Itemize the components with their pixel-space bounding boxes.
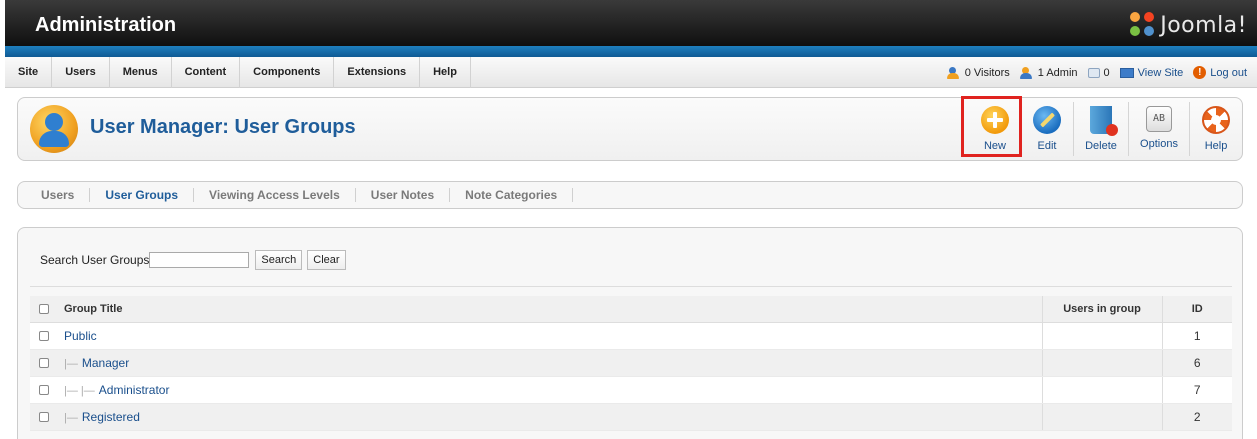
new-button-highlight xyxy=(961,96,1022,157)
clear-button[interactable]: Clear xyxy=(307,250,346,270)
header-title: Administration xyxy=(35,14,177,36)
menu-site[interactable]: Site xyxy=(5,57,53,88)
joomla-logo[interactable]: Joomla! xyxy=(1130,10,1247,40)
table-row: Public 1 xyxy=(30,322,1232,350)
options-icon: AB xyxy=(1146,106,1172,132)
help-button[interactable]: Help xyxy=(1190,98,1242,160)
users-in-group-cell xyxy=(1041,322,1163,350)
group-link[interactable]: Administrator xyxy=(99,383,170,397)
table-row: |— |— Administrator 7 xyxy=(30,376,1232,404)
search-input[interactable] xyxy=(149,252,250,268)
page-title: User Manager: User Groups xyxy=(90,116,356,138)
submenu-users[interactable]: Users xyxy=(26,188,91,202)
row-checkbox[interactable] xyxy=(39,358,49,369)
edit-button[interactable]: Edit xyxy=(1021,98,1073,160)
group-title-cell: |— Manager xyxy=(58,349,1042,377)
main-menu: Site Users Menus Content Components Exte… xyxy=(5,57,471,88)
view-site-label: View Site xyxy=(1137,66,1184,79)
table-row: |— Registered 2 xyxy=(30,403,1232,431)
user-groups-panel: Search User Groups Search Clear Group Ti… xyxy=(17,227,1243,439)
header-strip xyxy=(5,46,1257,57)
filter-divider xyxy=(30,286,1232,287)
user-groups-table: Group Title Users in group ID Public 1 |… xyxy=(30,296,1232,431)
group-title-cell: Public xyxy=(58,322,1042,350)
menu-users[interactable]: Users xyxy=(52,57,110,88)
search-label: Search User Groups xyxy=(40,253,150,267)
delete-icon xyxy=(1090,106,1118,136)
tree-indent-icon: |— xyxy=(64,357,78,370)
view-site-link[interactable]: View Site xyxy=(1119,66,1184,79)
edit-label: Edit xyxy=(1037,140,1057,152)
row-checkbox-cell xyxy=(30,403,58,431)
view-site-icon xyxy=(1119,67,1134,78)
visitors-status: 0 Visitors xyxy=(946,66,1010,79)
group-link[interactable]: Registered xyxy=(82,410,140,424)
group-id-cell: 1 xyxy=(1162,322,1232,350)
users-in-group-cell xyxy=(1041,349,1163,377)
messages-icon xyxy=(1087,67,1100,78)
submenu-note-categories[interactable]: Note Categories xyxy=(450,188,574,202)
submenu-user-notes[interactable]: User Notes xyxy=(356,188,451,202)
tree-indent-icon: |— xyxy=(64,411,78,424)
delete-button[interactable]: Delete xyxy=(1074,98,1128,160)
help-label: Help xyxy=(1204,140,1228,152)
options-label: Options xyxy=(1140,138,1178,150)
menu-extensions[interactable]: Extensions xyxy=(334,57,421,88)
row-checkbox-cell xyxy=(30,349,58,377)
tree-indent-icon: |— |— xyxy=(64,384,95,397)
table-row: |— Manager 6 xyxy=(30,349,1232,377)
users-in-group-cell xyxy=(1041,403,1163,431)
delete-label: Delete xyxy=(1085,140,1117,152)
menu-components[interactable]: Components xyxy=(240,57,335,88)
logout-link[interactable]: ! Log out xyxy=(1193,66,1247,79)
messages-count: 0 xyxy=(1103,66,1110,79)
group-link[interactable]: Manager xyxy=(82,356,129,370)
help-icon xyxy=(1202,106,1230,134)
search-filter: Search User Groups Search Clear xyxy=(40,250,351,270)
status-bar: 0 Visitors 1 Admin 0 View Site ! Log out xyxy=(946,57,1247,88)
edit-icon xyxy=(1033,106,1061,134)
menubar: Site Users Menus Content Components Exte… xyxy=(5,57,1257,88)
select-all-checkbox[interactable] xyxy=(39,303,49,314)
menu-content[interactable]: Content xyxy=(172,57,241,88)
admins-icon xyxy=(1019,66,1034,79)
messages-status[interactable]: 0 xyxy=(1087,66,1110,79)
group-link[interactable]: Public xyxy=(64,329,97,343)
joomla-logo-icon xyxy=(1130,12,1156,38)
user-groups-icon xyxy=(30,105,78,153)
menu-help[interactable]: Help xyxy=(420,57,471,88)
submenu-user-groups[interactable]: User Groups xyxy=(90,188,195,202)
column-group-title[interactable]: Group Title xyxy=(58,296,1042,323)
users-in-group-cell xyxy=(1041,376,1163,404)
options-button[interactable]: AB Options xyxy=(1129,98,1189,160)
table-header-row: Group Title Users in group ID xyxy=(30,296,1232,323)
joomla-brand-text: Joomla! xyxy=(1160,12,1247,38)
group-id-cell: 6 xyxy=(1162,349,1232,377)
admins-status: 1 Admin xyxy=(1019,66,1078,79)
admins-count: 1 Admin xyxy=(1037,66,1078,79)
admin-header: Administration Joomla! xyxy=(5,0,1257,46)
row-checkbox-cell xyxy=(30,322,58,350)
submenu-viewing-access-levels[interactable]: Viewing Access Levels xyxy=(194,188,356,202)
visitors-icon xyxy=(946,66,961,79)
column-id[interactable]: ID xyxy=(1162,296,1232,323)
toolbar-box: User Manager: User Groups New Edit Delet… xyxy=(17,97,1243,161)
row-checkbox-cell xyxy=(30,376,58,404)
group-id-cell: 2 xyxy=(1162,403,1232,431)
column-users-in-group: Users in group xyxy=(1041,296,1163,323)
row-checkbox[interactable] xyxy=(39,331,49,342)
search-button[interactable]: Search xyxy=(255,250,303,270)
logout-icon: ! xyxy=(1193,66,1207,79)
row-checkbox[interactable] xyxy=(39,412,49,423)
group-id-cell: 7 xyxy=(1162,376,1232,404)
row-checkbox[interactable] xyxy=(39,385,49,396)
submenu: Users User Groups Viewing Access Levels … xyxy=(17,181,1243,209)
group-title-cell: |— |— Administrator xyxy=(58,376,1042,404)
select-all-cell xyxy=(30,296,58,323)
visitors-count: 0 Visitors xyxy=(964,66,1010,79)
group-title-cell: |— Registered xyxy=(58,403,1042,431)
logout-label: Log out xyxy=(1210,66,1247,79)
menu-menus[interactable]: Menus xyxy=(110,57,172,88)
